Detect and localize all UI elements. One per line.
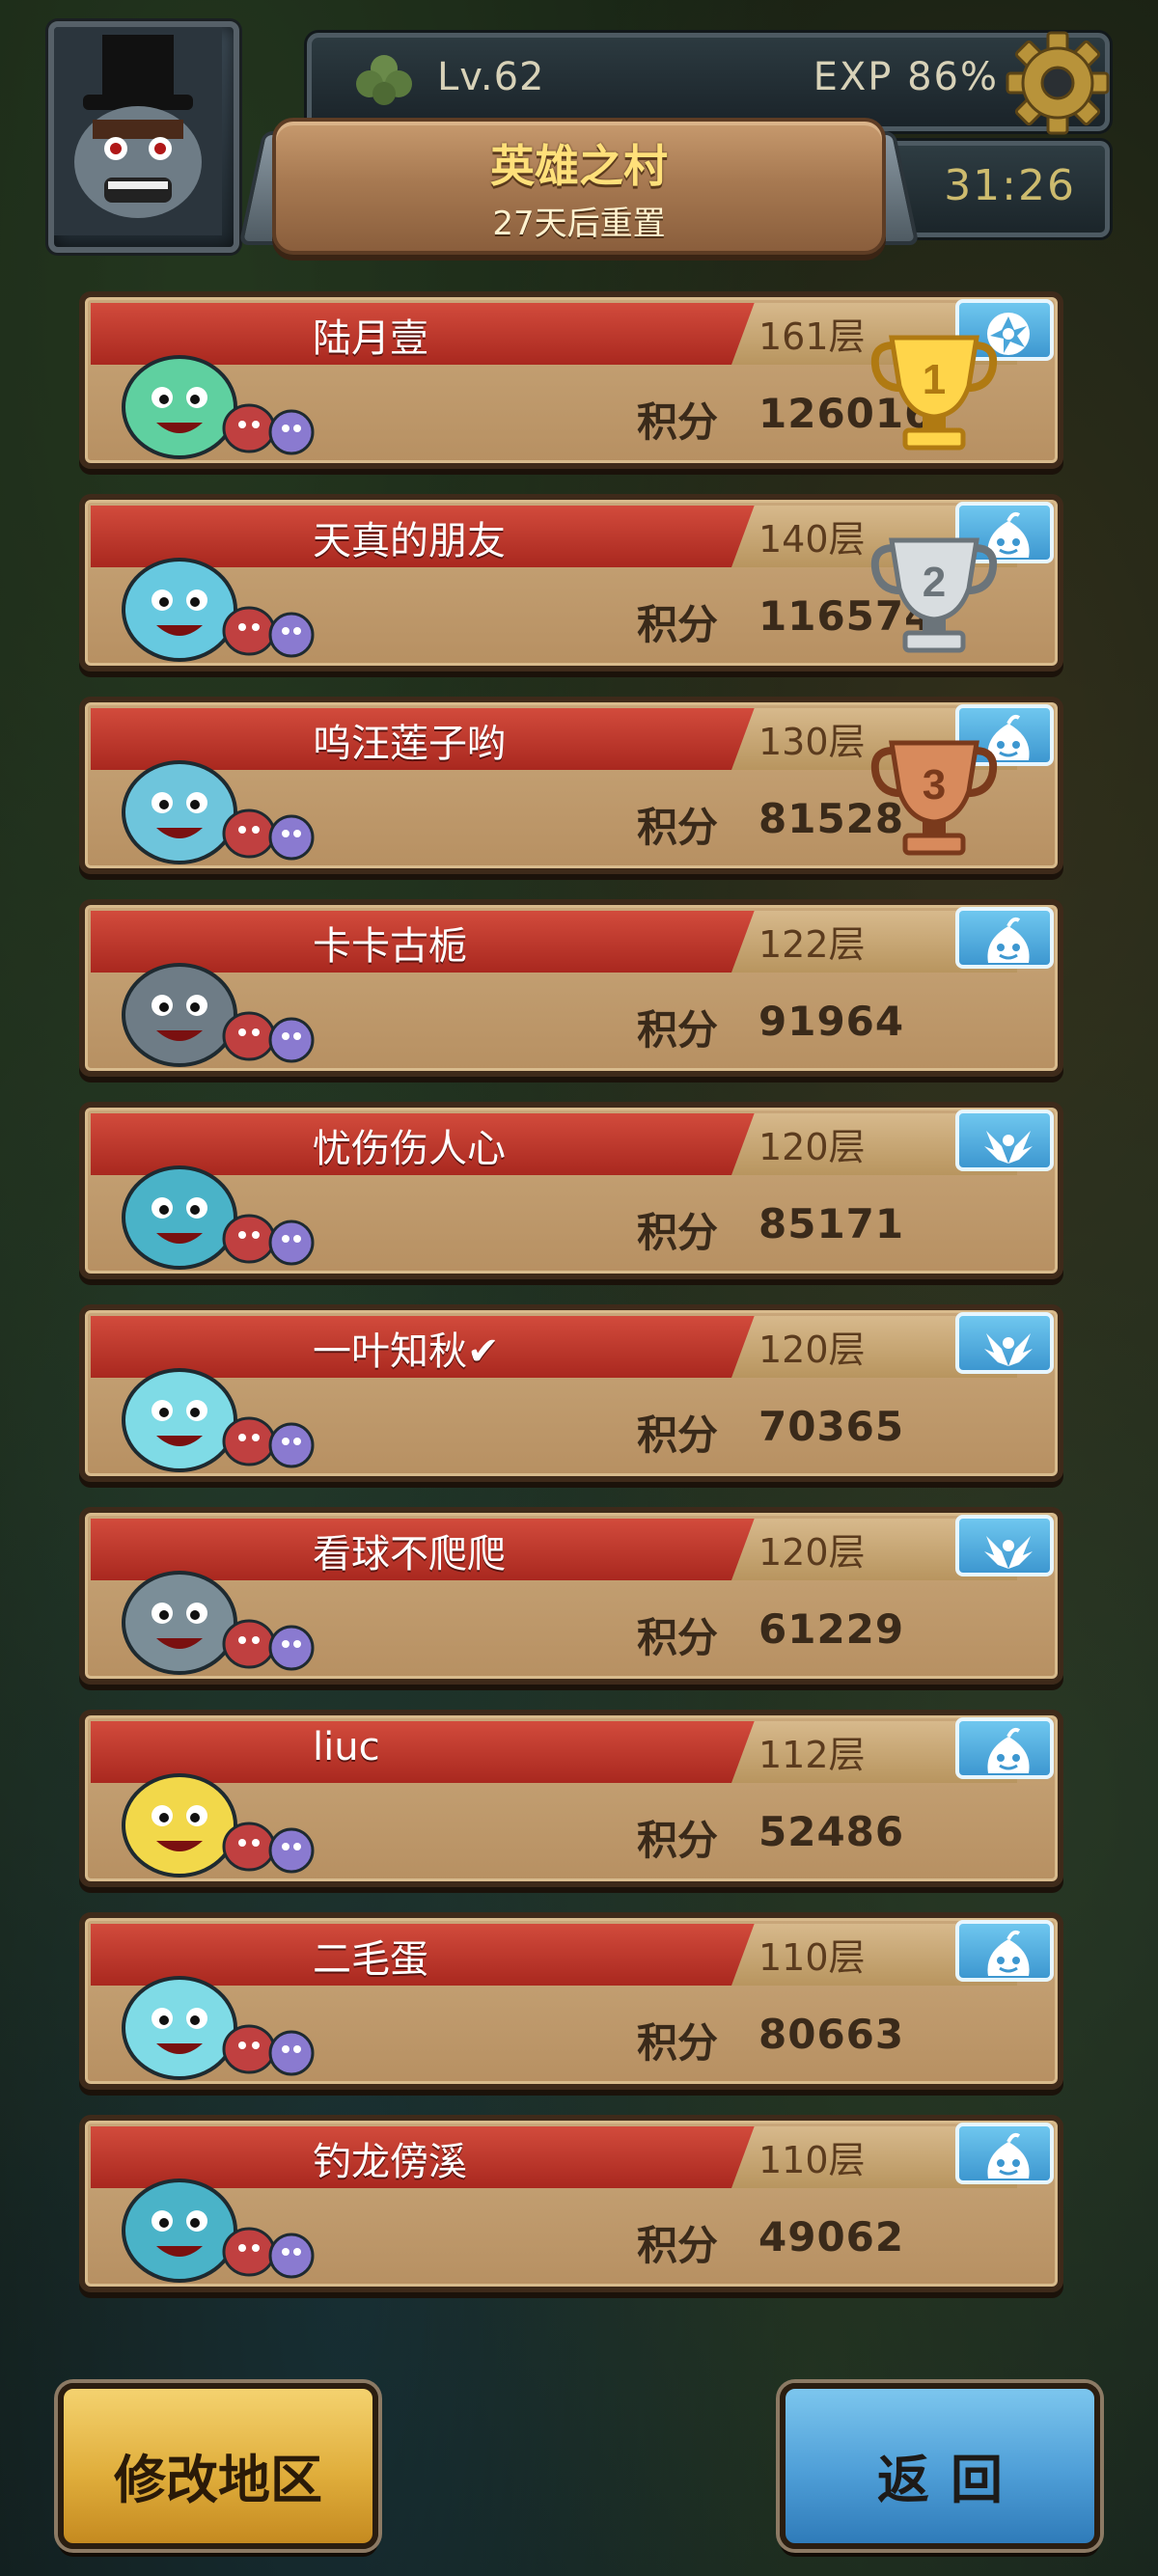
hero-party-icon — [122, 1773, 315, 1877]
level-bar: Lv.62 EXP 86% — [307, 31, 1110, 135]
svg-text:3: 3 — [923, 761, 946, 808]
leaderboard-row[interactable]: 忧伤伤人心 120层 积分 85171 — [79, 1102, 1063, 1279]
score-label: 积分 — [637, 1817, 719, 1864]
leaderboard-row[interactable]: 看球不爬爬 120层 积分 61229 — [79, 1507, 1063, 1685]
tier-text: 130层 — [758, 721, 866, 763]
region-title: 英雄之村 — [490, 140, 668, 192]
gear-icon[interactable] — [1001, 26, 1115, 140]
tier-text: 122层 — [758, 923, 866, 966]
svg-text:1: 1 — [923, 356, 946, 403]
hero-party-icon — [122, 963, 315, 1067]
slime-icon — [987, 1930, 1030, 1976]
score-label: 积分 — [637, 1614, 719, 1661]
exp-text: EXP 86% — [813, 55, 999, 99]
player-name: 天真的朋友 — [313, 519, 506, 563]
hero-party-icon — [122, 355, 315, 459]
player-name: 忧伤伤人心 — [313, 1127, 506, 1171]
score-label: 积分 — [637, 1006, 719, 1054]
player-name: 陆月壹 — [313, 316, 428, 361]
score-value: 85171 — [758, 1200, 905, 1247]
back-button[interactable]: 返回 — [780, 2383, 1100, 2549]
score-label: 积分 — [637, 1411, 719, 1459]
clover-icon — [356, 55, 412, 105]
slime-icon — [987, 1727, 1030, 1773]
score-label: 积分 — [637, 601, 719, 648]
class-badge[interactable] — [955, 1312, 1054, 1374]
score-value: 91964 — [758, 998, 905, 1045]
tier-text: 112层 — [758, 1734, 866, 1776]
score-value: 52486 — [758, 1808, 905, 1855]
slime-icon — [987, 2132, 1030, 2179]
hero-party-icon — [122, 1368, 315, 1472]
class-badge[interactable] — [955, 1920, 1054, 1982]
score-label: 积分 — [637, 2222, 719, 2269]
bronze-trophy-icon: 3 — [870, 740, 998, 856]
score-label: 积分 — [637, 2019, 719, 2067]
leaderboard-row[interactable]: 卡卡古栀 122层 积分 91964 — [79, 899, 1063, 1077]
leaderboard-row[interactable]: 一叶知秋✔ 120层 积分 70365 — [79, 1304, 1063, 1482]
class-badge[interactable] — [955, 1717, 1054, 1779]
tier-text: 120层 — [758, 1531, 866, 1574]
player-avatar-icon — [54, 27, 222, 235]
player-name: 二毛蛋 — [313, 1937, 428, 1982]
player-name: 钓龙傍溪 — [313, 2140, 467, 2184]
class-badge[interactable] — [955, 1110, 1054, 1171]
class-badge[interactable] — [955, 2123, 1054, 2184]
player-name: 一叶知秋✔ — [313, 1329, 500, 1374]
leaderboard-row[interactable]: 陆月壹 161层 积分 126016 1 — [79, 291, 1063, 469]
tier-text: 110层 — [758, 2139, 866, 2181]
modify-region-button[interactable]: 修改地区 — [58, 2383, 378, 2549]
leaderboard-list[interactable]: 陆月壹 161层 积分 126016 1 天真的朋友 140层 积分 116574 2 呜汪莲子哟 1… — [79, 291, 1063, 2298]
leaderboard-row[interactable]: 钓龙傍溪 110层 积分 49062 — [79, 2115, 1063, 2292]
class-badge[interactable] — [955, 907, 1054, 969]
hero-party-icon — [122, 1165, 315, 1270]
player-name: 呜汪莲子哟 — [313, 722, 506, 766]
back-label: 返回 — [877, 2450, 1024, 2510]
score-label: 积分 — [637, 1209, 719, 1256]
hero-party-icon — [122, 1571, 315, 1675]
slime-icon — [987, 917, 1030, 963]
hero-party-icon — [122, 760, 315, 864]
score-value: 49062 — [758, 2213, 905, 2261]
tier-text: 120层 — [758, 1126, 866, 1168]
wings-icon — [984, 1536, 1033, 1569]
gold-trophy-icon: 1 — [870, 335, 998, 451]
leaderboard-row[interactable]: liuc 112层 积分 52486 — [79, 1710, 1063, 1887]
region-title-plank: 英雄之村 27天后重置 — [238, 118, 920, 255]
wings-icon — [984, 1333, 1033, 1366]
score-label: 积分 — [637, 398, 719, 446]
score-value: 61229 — [758, 1605, 905, 1653]
player-avatar[interactable] — [48, 21, 239, 253]
reset-subtitle: 27天后重置 — [492, 205, 666, 243]
wings-icon — [984, 1131, 1033, 1164]
player-name: 卡卡古栀 — [313, 924, 467, 969]
player-name: 看球不爬爬 — [313, 1532, 506, 1576]
leaderboard-row[interactable]: 天真的朋友 140层 积分 116574 2 — [79, 494, 1063, 671]
tier-text: 161层 — [758, 315, 866, 358]
timer-text: 31:26 — [944, 161, 1076, 210]
tier-text: 110层 — [758, 1936, 866, 1979]
score-value: 70365 — [758, 1403, 905, 1450]
silver-trophy-icon: 2 — [870, 537, 998, 653]
modify-region-label: 修改地区 — [114, 2450, 322, 2510]
hero-party-icon — [122, 1976, 315, 2080]
leaderboard-row[interactable]: 呜汪莲子哟 130层 积分 81528 3 — [79, 697, 1063, 874]
score-label: 积分 — [637, 804, 719, 851]
level-text: Lv.62 — [437, 55, 545, 99]
score-value: 80663 — [758, 2011, 905, 2058]
class-badge[interactable] — [955, 1515, 1054, 1576]
tier-text: 120层 — [758, 1329, 866, 1371]
hero-party-icon — [122, 558, 315, 662]
tier-text: 140层 — [758, 518, 866, 561]
svg-text:2: 2 — [923, 559, 946, 606]
leaderboard-row[interactable]: 二毛蛋 110层 积分 80663 — [79, 1912, 1063, 2090]
hero-party-icon — [122, 2179, 315, 2283]
player-name: liuc — [313, 1725, 380, 1769]
